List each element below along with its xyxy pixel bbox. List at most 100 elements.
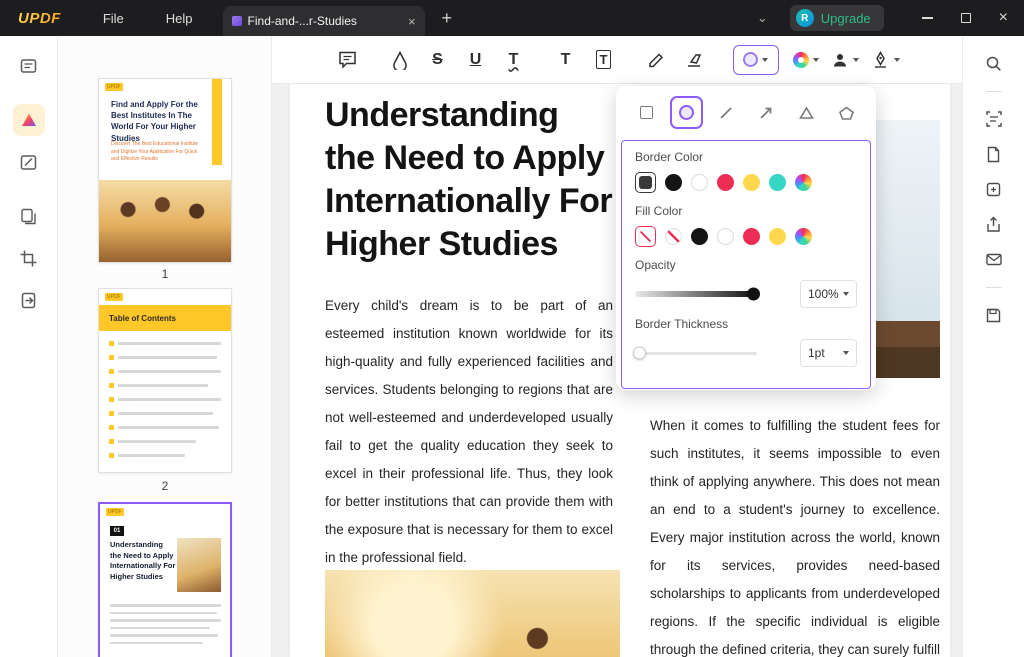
upgrade-button[interactable]: R Upgrade bbox=[790, 5, 884, 31]
search-icon[interactable] bbox=[979, 48, 1009, 78]
thumbnail-panel-icon[interactable] bbox=[13, 50, 45, 82]
thumb3-photo bbox=[177, 538, 221, 592]
extract-pages-icon[interactable] bbox=[13, 284, 45, 316]
page-thumbnail-3[interactable]: UPDF 01 Understanding the Need to Apply … bbox=[98, 502, 232, 657]
opacity-dropdown[interactable]: 100% bbox=[800, 280, 857, 308]
strikethrough-icon[interactable]: S bbox=[425, 46, 451, 74]
new-tab-button[interactable]: + bbox=[442, 8, 453, 29]
color-palette-tool[interactable] bbox=[793, 46, 819, 74]
thumb1-logo: UPDF bbox=[105, 83, 123, 91]
fill-color-label: Fill Color bbox=[635, 204, 857, 218]
mail-icon[interactable] bbox=[979, 244, 1009, 274]
save-icon[interactable] bbox=[979, 300, 1009, 330]
comment-toolbar: S U T T T bbox=[272, 36, 962, 84]
thumb2-toc-heading: Table of Contents bbox=[99, 305, 231, 331]
tab-favicon-icon bbox=[232, 16, 242, 26]
fill-color-swatch-black[interactable] bbox=[691, 228, 708, 245]
thumb2-toc-rows bbox=[109, 341, 221, 467]
text-box-icon[interactable]: T bbox=[591, 46, 617, 74]
document-photo-whiteboard bbox=[325, 570, 620, 657]
thumb1-photo bbox=[99, 180, 231, 262]
tab-title: Find-and-...r-Studies bbox=[248, 14, 402, 28]
palette-icon bbox=[793, 52, 809, 68]
menu-help[interactable]: Help bbox=[166, 11, 193, 26]
ocr-icon[interactable] bbox=[979, 104, 1009, 134]
window-controls: × bbox=[922, 10, 1008, 26]
window-close-icon[interactable]: × bbox=[999, 10, 1008, 26]
fill-color-swatch-none[interactable] bbox=[665, 228, 682, 245]
document-tab[interactable]: Find-and-...r-Studies × bbox=[223, 6, 425, 36]
tab-close-icon[interactable]: × bbox=[408, 15, 416, 28]
border-color-swatch-white[interactable] bbox=[691, 174, 708, 191]
fill-color-swatch-white[interactable] bbox=[717, 228, 734, 245]
thickness-slider-thumb[interactable] bbox=[633, 347, 646, 360]
shape-square-icon[interactable] bbox=[630, 96, 663, 129]
shape-triangle-icon[interactable] bbox=[790, 96, 823, 129]
opacity-label: Opacity bbox=[635, 258, 857, 272]
body-column-right: When it comes to fulfilling the student … bbox=[650, 412, 940, 657]
thumb3-logo: UPDF bbox=[106, 508, 124, 516]
shape-tool-active[interactable] bbox=[733, 45, 779, 75]
opacity-slider-thumb[interactable] bbox=[747, 288, 760, 301]
titlebar: UPDF File Help Find-and-...r-Studies × +… bbox=[0, 0, 1024, 36]
organize-pages-icon[interactable] bbox=[13, 200, 45, 232]
eraser-icon[interactable] bbox=[681, 46, 707, 74]
text-comment-icon[interactable]: T bbox=[553, 46, 579, 74]
opacity-caret-icon bbox=[843, 292, 849, 296]
fill-color-swatch-none-selected[interactable] bbox=[635, 226, 656, 247]
shape-ellipse-icon[interactable] bbox=[670, 96, 703, 129]
border-color-swatch-gradient[interactable] bbox=[795, 174, 812, 191]
page-view-icon[interactable] bbox=[979, 139, 1009, 169]
thickness-value: 1pt bbox=[808, 346, 825, 360]
maximize-icon[interactable] bbox=[961, 13, 971, 23]
edit-pdf-icon[interactable] bbox=[13, 146, 45, 178]
shape-style-section: Border Color Fill Color Opacity bbox=[621, 140, 871, 389]
border-color-swatch-red[interactable] bbox=[717, 174, 734, 191]
stamp-tool[interactable] bbox=[831, 46, 859, 74]
border-color-swatch-black[interactable] bbox=[665, 174, 682, 191]
comment-mode-icon[interactable] bbox=[13, 104, 45, 136]
page-number-2: 2 bbox=[58, 479, 272, 493]
underline-icon[interactable]: U bbox=[463, 46, 489, 74]
thumb3-title: Understanding the Need to Apply Internat… bbox=[110, 540, 176, 582]
body-column-left: Every child's dream is to be part of an … bbox=[325, 292, 613, 572]
page-thumbnail-2[interactable]: UPDF Table of Contents bbox=[98, 288, 232, 473]
upgrade-label: Upgrade bbox=[821, 11, 871, 26]
crop-pages-icon[interactable] bbox=[13, 242, 45, 274]
palette-caret-icon bbox=[813, 58, 819, 62]
stamp-caret-icon bbox=[853, 58, 859, 62]
opacity-value: 100% bbox=[808, 287, 839, 301]
highlight-icon[interactable] bbox=[387, 46, 413, 74]
border-thickness-label: Border Thickness bbox=[635, 317, 857, 331]
thumb1-subtitle: Discover The Best Educational Institute … bbox=[111, 141, 199, 164]
updf-logo: UPDF bbox=[18, 10, 61, 27]
thumb1-title: Find and Apply For the Best Institutes I… bbox=[111, 99, 203, 144]
opacity-slider[interactable] bbox=[635, 291, 757, 297]
user-avatar[interactable]: R bbox=[796, 9, 814, 27]
compress-icon[interactable] bbox=[979, 174, 1009, 204]
thumb3-body-lines bbox=[110, 604, 221, 649]
page-thumbnail-1[interactable]: UPDF Find and Apply For the Best Institu… bbox=[98, 78, 232, 263]
share-icon[interactable] bbox=[979, 209, 1009, 239]
minimize-icon[interactable] bbox=[922, 17, 933, 19]
left-tool-rail bbox=[0, 36, 58, 657]
border-color-swatch-dark-selected[interactable] bbox=[635, 172, 656, 193]
fill-color-swatch-gradient[interactable] bbox=[795, 228, 812, 245]
thickness-slider[interactable] bbox=[635, 352, 757, 355]
border-color-swatch-teal[interactable] bbox=[769, 174, 786, 191]
thickness-dropdown[interactable]: 1pt bbox=[800, 339, 857, 367]
menu-file[interactable]: File bbox=[103, 11, 124, 26]
thickness-controls: 1pt bbox=[635, 339, 857, 367]
shape-line-icon[interactable] bbox=[710, 96, 743, 129]
fill-color-swatch-red[interactable] bbox=[743, 228, 760, 245]
pencil-icon[interactable] bbox=[643, 46, 669, 74]
signature-tool[interactable] bbox=[871, 46, 900, 74]
titlebar-chevron-down-icon[interactable]: ⌄ bbox=[757, 10, 768, 26]
shape-circle-icon bbox=[743, 52, 758, 67]
fill-color-swatch-yellow[interactable] bbox=[769, 228, 786, 245]
shape-arrow-icon[interactable] bbox=[750, 96, 783, 129]
border-color-swatch-yellow[interactable] bbox=[743, 174, 760, 191]
sticky-note-icon[interactable] bbox=[335, 46, 361, 74]
shape-pentagon-icon[interactable] bbox=[830, 96, 863, 129]
squiggly-underline-icon[interactable]: T bbox=[501, 46, 527, 74]
